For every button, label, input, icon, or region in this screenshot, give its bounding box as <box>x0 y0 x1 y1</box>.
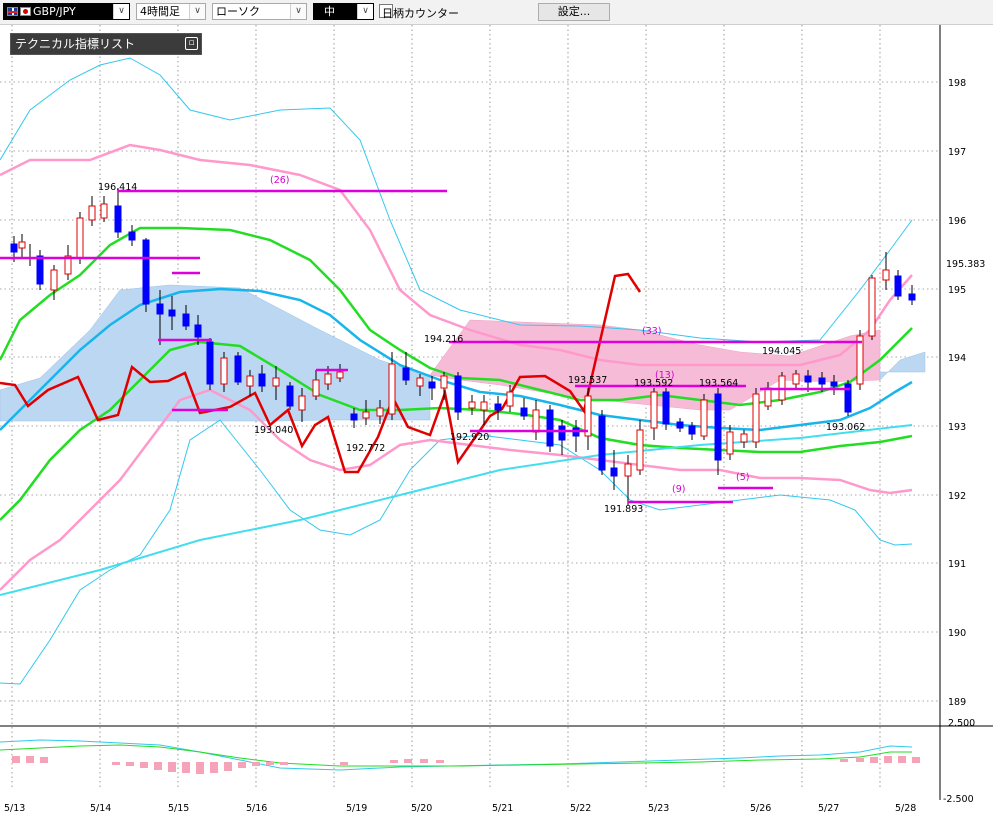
chart-type-select[interactable]: ローソク ∨ <box>212 3 307 20</box>
price-tick: 196 <box>948 216 966 227</box>
price-annotation: 193.062 <box>826 422 865 433</box>
price-annotation: 191.893 <box>604 504 643 515</box>
jp-flag-icon <box>20 7 31 16</box>
date-tick: 5/26 <box>750 803 771 814</box>
oscillator-panel <box>0 739 920 774</box>
symbol-value: GBP/JPY <box>33 5 76 18</box>
price-tick: 197 <box>948 147 966 158</box>
symbol-select[interactable]: GBP/JPY ∨ <box>3 3 130 20</box>
size-value: 中 <box>324 5 335 18</box>
price-annotation: 192.772 <box>346 443 385 454</box>
date-tick: 5/19 <box>346 803 367 814</box>
price-tick: 195 <box>948 285 966 296</box>
technical-indicator-list[interactable]: テクニカル指標リスト ▫ <box>10 33 202 55</box>
price-tick: 194 <box>948 353 966 364</box>
price-tick: 191 <box>948 559 966 570</box>
count-label: (33) <box>642 326 662 337</box>
date-tick: 5/20 <box>411 803 432 814</box>
date-tick: 5/22 <box>570 803 591 814</box>
restore-icon[interactable]: ▫ <box>185 37 198 50</box>
date-tick: 5/15 <box>168 803 189 814</box>
price-tick: 193 <box>948 422 966 433</box>
chevron-down-icon: ∨ <box>189 4 205 19</box>
timeframe-select[interactable]: 4時間足 ∨ <box>136 3 206 20</box>
price-tick: 189 <box>948 697 966 708</box>
date-axis: 5/13 5/14 5/15 5/16 5/19 5/20 5/21 5/22 … <box>4 803 916 814</box>
count-label: (5) <box>736 472 749 483</box>
price-annotation: 192.920 <box>450 432 489 443</box>
count-label: (13) <box>655 370 675 381</box>
price-tick: 198 <box>948 78 966 89</box>
chevron-down-icon: ∨ <box>290 4 306 19</box>
price-annotation: 194.216 <box>424 334 463 345</box>
price-annotation: 193.564 <box>699 378 738 389</box>
price-tick: 192 <box>948 491 966 502</box>
timeframe-value: 4時間足 <box>140 5 180 18</box>
size-select[interactable]: 中 ∨ <box>313 3 374 20</box>
osc-tick: -2.500 <box>943 794 974 805</box>
price-chart[interactable]: 198 197 196 195 194 193 192 191 190 189 … <box>0 25 993 821</box>
toolbar: GBP/JPY ∨ 4時間足 ∨ ローソク ∨ 中 ∨ 日柄カウンター 設定..… <box>0 0 993 25</box>
date-tick: 5/28 <box>895 803 916 814</box>
price-tick: 190 <box>948 628 966 639</box>
date-tick: 5/14 <box>90 803 111 814</box>
osc-tick: 2.500 <box>948 718 975 729</box>
price-annotation: 194.045 <box>762 346 801 357</box>
date-tick: 5/16 <box>246 803 267 814</box>
technical-indicator-label: テクニカル指標リスト <box>15 37 136 51</box>
date-tick: 5/23 <box>648 803 669 814</box>
price-axis: 198 197 196 195 194 193 192 191 190 189 … <box>943 78 985 805</box>
chevron-down-icon: ∨ <box>113 4 129 19</box>
price-annotation: 193.040 <box>254 425 293 436</box>
price-annotation: 196.414 <box>98 182 137 193</box>
current-price-label: 195.383 <box>946 259 985 270</box>
count-label: (26) <box>270 175 290 186</box>
date-tick: 5/21 <box>492 803 513 814</box>
chevron-down-icon: ∨ <box>357 4 373 19</box>
settings-button[interactable]: 設定... <box>538 3 610 21</box>
price-annotation: 193.537 <box>568 375 607 386</box>
date-tick: 5/13 <box>4 803 25 814</box>
chart-type-value: ローソク <box>216 5 260 18</box>
uk-flag-icon <box>7 7 18 16</box>
date-tick: 5/27 <box>818 803 839 814</box>
count-label: (9) <box>672 484 685 495</box>
